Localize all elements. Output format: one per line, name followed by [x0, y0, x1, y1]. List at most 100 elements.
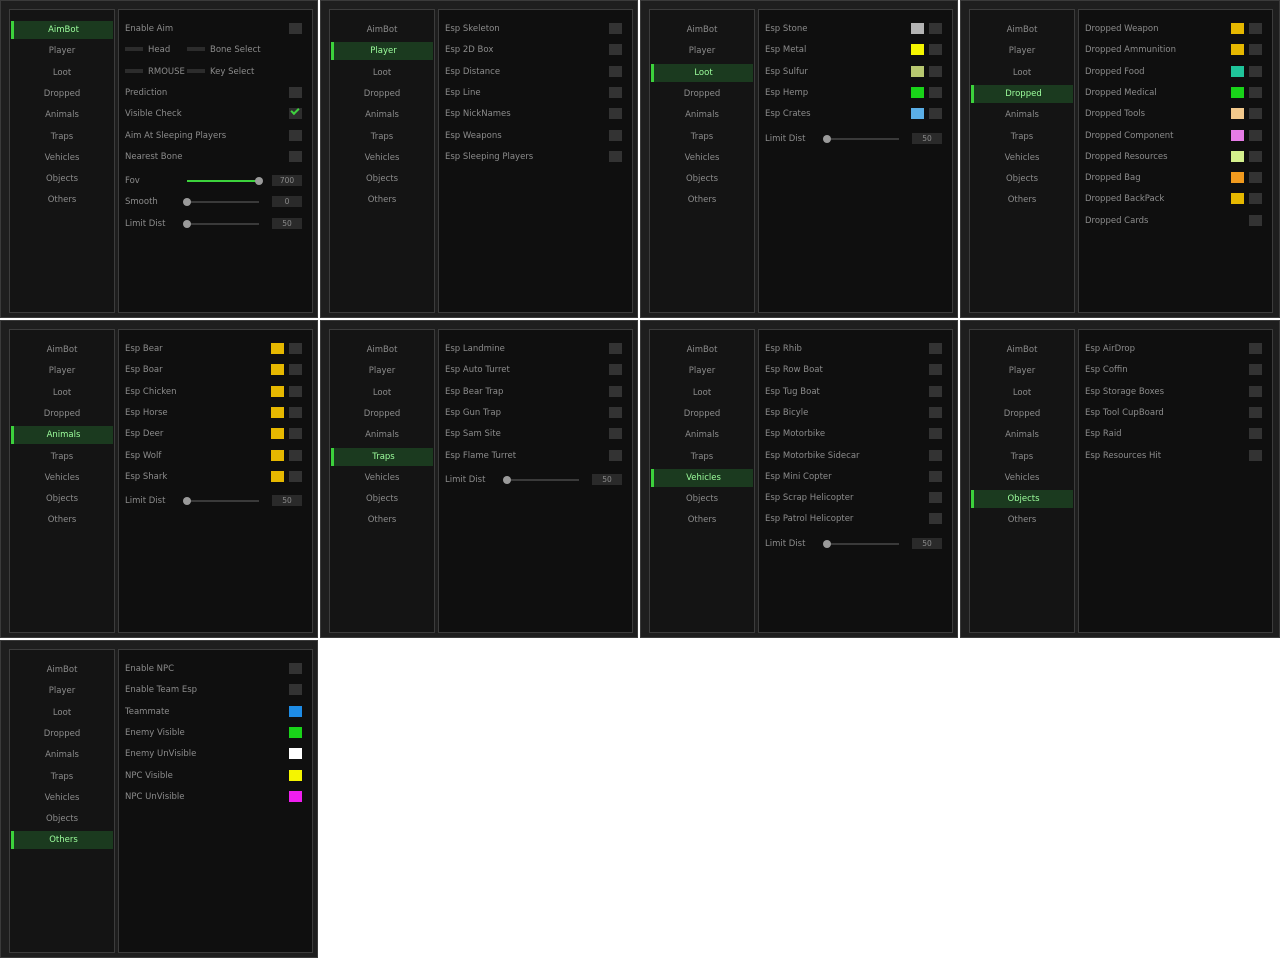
color-swatch[interactable] — [289, 748, 302, 760]
color-swatch[interactable] — [289, 726, 302, 738]
tab-dropped[interactable]: Dropped — [11, 405, 113, 423]
slider-track[interactable] — [183, 497, 259, 506]
checkbox[interactable] — [289, 684, 302, 696]
checkbox[interactable] — [289, 470, 302, 482]
tab-loot[interactable]: Loot — [11, 384, 113, 402]
checkbox[interactable] — [1249, 44, 1262, 56]
slider-knob[interactable] — [255, 177, 263, 186]
checkbox[interactable] — [609, 129, 622, 141]
checkbox[interactable] — [929, 406, 942, 418]
tab-others[interactable]: Others — [331, 191, 433, 209]
color-swatch[interactable] — [1231, 150, 1244, 162]
tab-vehicles[interactable]: Vehicles — [651, 468, 753, 487]
tab-aimbot[interactable]: AimBot — [971, 341, 1073, 359]
checkbox[interactable] — [609, 385, 622, 397]
checkbox[interactable] — [289, 406, 302, 418]
keybind-button[interactable] — [125, 47, 143, 52]
checkbox[interactable] — [609, 343, 622, 354]
tab-objects[interactable]: Objects — [971, 170, 1073, 188]
checkbox[interactable] — [929, 513, 942, 525]
tab-vehicles[interactable]: Vehicles — [11, 149, 113, 167]
tab-player[interactable]: Player — [331, 362, 433, 380]
checkbox[interactable] — [289, 23, 302, 34]
checkbox[interactable] — [609, 65, 622, 77]
tab-animals[interactable]: Animals — [971, 106, 1073, 124]
tab-aimbot[interactable]: AimBot — [651, 21, 753, 39]
tab-vehicles[interactable]: Vehicles — [11, 789, 113, 807]
tab-loot[interactable]: Loot — [11, 704, 113, 722]
tab-objects[interactable]: Objects — [331, 170, 433, 188]
checkbox[interactable] — [929, 343, 942, 354]
slider-knob[interactable] — [823, 134, 831, 143]
tab-objects[interactable]: Objects — [11, 810, 113, 828]
checkbox[interactable] — [929, 65, 942, 77]
tab-animals[interactable]: Animals — [11, 106, 113, 124]
color-swatch[interactable] — [271, 385, 284, 397]
tab-player[interactable]: Player — [971, 42, 1073, 60]
tab-traps[interactable]: Traps — [331, 447, 433, 466]
tab-loot[interactable]: Loot — [971, 64, 1073, 82]
tab-others[interactable]: Others — [331, 511, 433, 529]
color-swatch[interactable] — [1231, 193, 1244, 205]
checkbox[interactable] — [289, 663, 302, 674]
slider-track[interactable] — [187, 177, 263, 186]
checkbox[interactable] — [609, 406, 622, 418]
tab-dropped[interactable]: Dropped — [971, 84, 1073, 103]
checkbox[interactable] — [609, 23, 622, 34]
tab-others[interactable]: Others — [11, 511, 113, 529]
checkbox[interactable] — [609, 150, 622, 162]
tab-objects[interactable]: Objects — [971, 490, 1073, 509]
tab-loot[interactable]: Loot — [651, 384, 753, 402]
slider-track[interactable] — [183, 198, 259, 207]
checkbox[interactable] — [289, 106, 302, 120]
tab-animals[interactable]: Animals — [651, 426, 753, 444]
tab-others[interactable]: Others — [11, 191, 113, 209]
checkbox[interactable] — [289, 428, 302, 440]
checkbox[interactable] — [1249, 65, 1262, 77]
color-swatch[interactable] — [911, 108, 924, 120]
tab-vehicles[interactable]: Vehicles — [11, 469, 113, 487]
checkbox[interactable] — [929, 364, 942, 376]
color-swatch[interactable] — [911, 65, 924, 77]
slider-knob[interactable] — [503, 475, 511, 484]
tab-animals[interactable]: Animals — [331, 106, 433, 124]
tab-others[interactable]: Others — [971, 511, 1073, 529]
tab-loot[interactable]: Loot — [651, 63, 753, 82]
tab-traps[interactable]: Traps — [971, 448, 1073, 466]
tab-aimbot[interactable]: AimBot — [11, 661, 113, 679]
color-swatch[interactable] — [289, 705, 302, 717]
tab-loot[interactable]: Loot — [331, 384, 433, 402]
checkbox[interactable] — [289, 150, 302, 162]
tab-dropped[interactable]: Dropped — [331, 405, 433, 423]
tab-player[interactable]: Player — [971, 362, 1073, 380]
tab-loot[interactable]: Loot — [11, 64, 113, 82]
color-swatch[interactable] — [1231, 23, 1244, 34]
tab-animals[interactable]: Animals — [651, 106, 753, 124]
checkbox[interactable] — [929, 108, 942, 120]
color-swatch[interactable] — [271, 343, 284, 354]
tab-traps[interactable]: Traps — [331, 128, 433, 146]
tab-traps[interactable]: Traps — [971, 128, 1073, 146]
checkbox[interactable] — [609, 428, 622, 440]
color-swatch[interactable] — [271, 428, 284, 440]
tab-animals[interactable]: Animals — [971, 426, 1073, 444]
color-swatch[interactable] — [1231, 108, 1244, 120]
tab-vehicles[interactable]: Vehicles — [331, 469, 433, 487]
tab-player[interactable]: Player — [331, 42, 433, 61]
checkbox[interactable] — [1249, 449, 1262, 461]
tab-player[interactable]: Player — [11, 42, 113, 60]
checkbox[interactable] — [1249, 108, 1262, 120]
tab-dropped[interactable]: Dropped — [651, 405, 753, 423]
checkbox[interactable] — [929, 44, 942, 56]
checkbox[interactable] — [289, 385, 302, 397]
slider-track[interactable] — [183, 219, 259, 228]
color-swatch[interactable] — [911, 23, 924, 34]
checkbox[interactable] — [289, 129, 302, 141]
tab-aimbot[interactable]: AimBot — [331, 341, 433, 359]
checkbox[interactable] — [1249, 428, 1262, 440]
tab-traps[interactable]: Traps — [11, 128, 113, 146]
slider-knob[interactable] — [183, 497, 191, 506]
slider-knob[interactable] — [183, 198, 191, 207]
color-swatch[interactable] — [271, 406, 284, 418]
tab-animals[interactable]: Animals — [11, 426, 113, 445]
